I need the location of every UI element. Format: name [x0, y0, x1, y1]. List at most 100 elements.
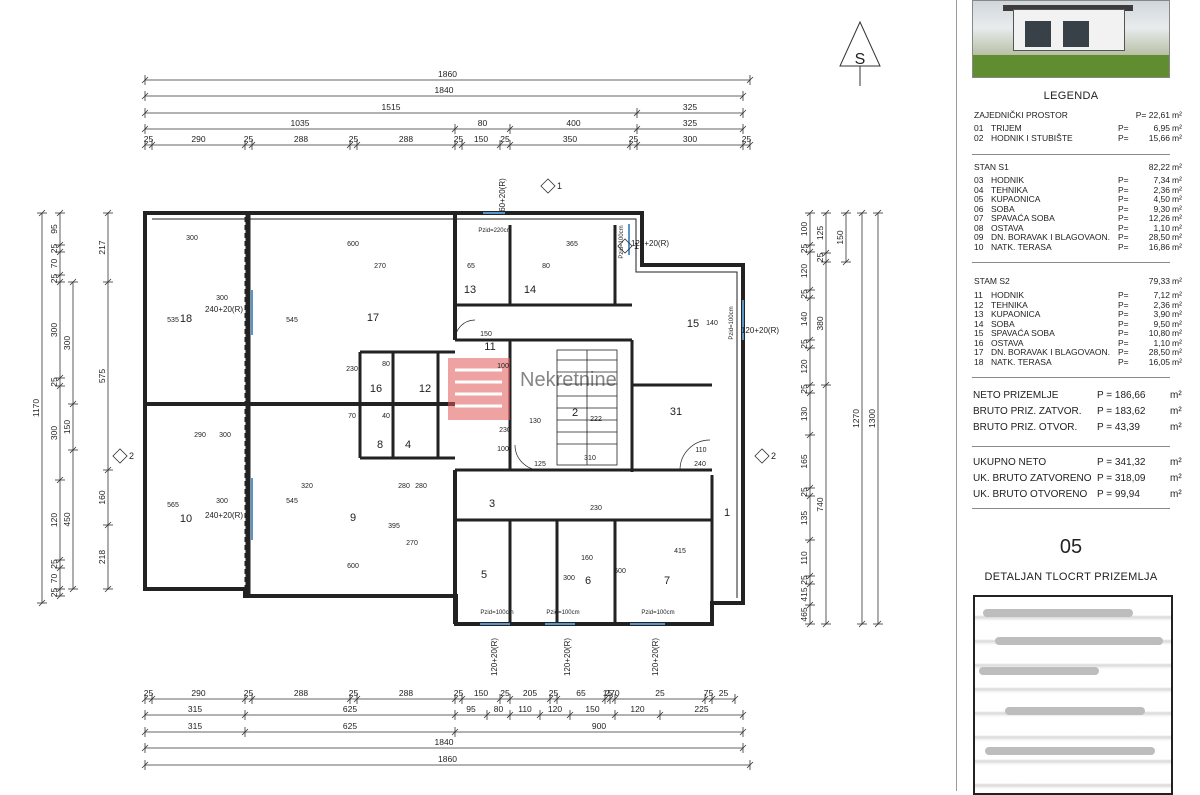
legend-row-val: 12,26 — [1148, 213, 1170, 223]
room-number: 14 — [524, 284, 536, 296]
inner-dimension: 280 — [415, 483, 427, 490]
left-dim-col2-label: 218 — [97, 550, 107, 564]
legend-row-name: NATK. TERASA — [991, 356, 1052, 367]
legend-row-name: SPAVAĆA SOBA — [991, 328, 1055, 338]
inner-dimension: 280 — [398, 483, 410, 490]
bottom-dim-row2-label: 120 — [630, 704, 644, 714]
render-window — [1063, 21, 1089, 47]
legend-row-unit: m² — [1172, 328, 1182, 338]
right-dim-col4-label: 25 — [799, 244, 809, 254]
bottom-dim-row1-label: 25 — [549, 688, 559, 698]
right-dim-col4-label: 25 — [799, 339, 809, 349]
area-total-row: BRUTO PRIZ. OTVOR. P = 43,39 m² — [973, 422, 1185, 434]
legend-divider — [972, 377, 1170, 378]
sheet-title: DETALJAN TLOCRT PRIZEMLJA — [984, 571, 1158, 583]
legend-row-num: 10 — [974, 241, 984, 252]
right-dim-col4-label: 130 — [799, 407, 809, 421]
sheet-number: 05 — [1059, 536, 1083, 558]
legend-row-val: 28,50 — [1148, 232, 1170, 242]
legend-row-unit: m² — [1172, 309, 1182, 319]
inner-dimension: 415 — [674, 548, 686, 555]
bottom-dim-row2-label: 315 — [188, 704, 202, 714]
right-dim-col4-label: 165 — [799, 454, 809, 468]
area-total-unit: m² — [1170, 457, 1182, 468]
legend-row-num: 09 — [974, 232, 984, 242]
left-dim-col4-label: 300 — [49, 323, 59, 337]
left-dim-col3-label: 150 — [62, 420, 72, 434]
bottom-dim-row2-label: 225 — [694, 704, 708, 714]
area-total-val: P = 99,94 — [1097, 489, 1140, 500]
legend-row-num: 18 — [974, 356, 984, 367]
room-number: 11 — [484, 341, 495, 353]
legend-unit: m² — [1172, 110, 1182, 120]
bottom-dim-row1-label: 270 — [605, 688, 619, 698]
room-number: 6 — [585, 575, 591, 587]
window-opening-label: 120+20(R) — [490, 638, 499, 676]
bottom-dim-overall-label: 1860 — [438, 754, 457, 764]
area-total-val: P = 183,62 — [1097, 406, 1146, 417]
render-lawn — [973, 55, 1169, 77]
area-total-val: P = 43,39 — [1097, 422, 1140, 433]
area-total-name: BRUTO PRIZ. OTVOR. — [973, 422, 1078, 433]
room-number: 31 — [670, 406, 682, 418]
room-number: 10 — [180, 513, 192, 525]
right-dim-col3-label: 125 — [815, 226, 825, 240]
area-total-name: UK. BRUTO ZATVORENO — [973, 473, 1092, 484]
legend-divider — [972, 262, 1170, 263]
section-marks: 112 2 — [112, 178, 776, 464]
inner-dimension: 600 — [347, 241, 359, 248]
bottom-dim-total-label: 1840 — [435, 737, 454, 747]
legend-row-unit: m² — [1172, 132, 1182, 143]
legend-divider — [972, 446, 1170, 447]
left-dim-col4-label: 70 — [49, 259, 59, 269]
inner-dimension: 300 — [563, 575, 575, 582]
legend-row-name: NATK. TERASA — [991, 241, 1052, 252]
left-dim-col4-label: 25 — [49, 274, 59, 284]
legend-row-unit: m² — [1172, 356, 1182, 367]
legend-row-name: KUPAONICA — [991, 194, 1041, 204]
floor-plan-drawing: S 186018401515 3251035 80 400 32525 290 25 288 2… — [31, 20, 883, 770]
inner-dimension: 40 — [382, 413, 390, 420]
bottom-dim-row1-label: 25 — [244, 688, 254, 698]
legend-row-name: KUPAONICA — [991, 309, 1041, 319]
legend-row-num: 02 — [974, 132, 984, 143]
legend-row-val: 15,66 — [1148, 132, 1170, 143]
legend-row-unit: m² — [1172, 123, 1182, 133]
legend-s1-header: STAN S1 82,22 m² — [974, 163, 1184, 172]
left-dim-col4-label: 25 — [49, 244, 59, 254]
legend-row-val: 10,80 — [1148, 328, 1170, 338]
door-width-label: Pzid=100cm — [480, 610, 513, 616]
inner-dimension: 600 — [347, 563, 359, 570]
right-dim-col4-label: 110 — [799, 551, 809, 565]
inner-dimension: 300 — [216, 498, 228, 505]
right-dim-col4-label: 120 — [799, 264, 809, 278]
area-total-name: UKUPNO NETO — [973, 457, 1047, 468]
room-number: 16 — [370, 383, 382, 395]
area-total-row: BRUTO PRIZ. ZATVOR. P = 183,62 m² — [973, 406, 1185, 418]
window-opening-label: 120+20(R) — [741, 326, 779, 335]
watermark: Nekretnine — [448, 358, 617, 420]
window-opening-label: 240+20(R) — [205, 511, 243, 520]
inner-dimension: 222 — [590, 416, 602, 423]
door-width-label: Pzid=220cm — [478, 228, 511, 234]
inner-dimension: 100 — [497, 446, 509, 453]
top-dim-row5-label: 300 — [683, 134, 697, 144]
bottom-dim-row1-label: 25 — [719, 688, 729, 698]
left-dim-col4-label: 120 — [49, 513, 59, 527]
legend-row: 02 HODNIK I STUBIŠTE P= 15,66 m² — [974, 132, 1184, 143]
window-opening-label: 120+20(R) — [651, 638, 660, 676]
legend-s1-value: 82,22 — [1148, 162, 1170, 172]
legend-s2-value: 79,33 — [1148, 276, 1170, 286]
legend-row-unit: m² — [1172, 213, 1182, 223]
left-dim-col4-label: 95 — [49, 224, 59, 234]
top-dim-row5-label: 25 — [244, 134, 254, 144]
bottom-dim-row1-label: 25 — [500, 688, 510, 698]
legend-row: 17 DN. BORAVAK I BLAGOVAON. P= 28,50 m² — [974, 348, 1184, 357]
inner-dimension: 565 — [167, 502, 179, 509]
inner-dimension: 300 — [216, 295, 228, 302]
house-render-image — [972, 0, 1170, 78]
legend-unit: m² — [1172, 276, 1182, 286]
legend-row-val: 3,90 — [1153, 309, 1170, 319]
top-dim-row5-label: 290 — [191, 134, 205, 144]
legend-row-unit: m² — [1172, 175, 1182, 185]
